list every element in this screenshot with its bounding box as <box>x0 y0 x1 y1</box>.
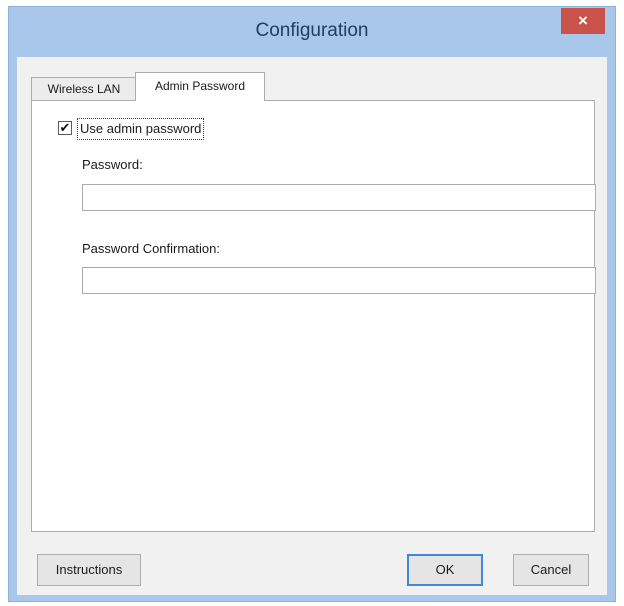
instructions-button[interactable]: Instructions <box>37 554 141 586</box>
ok-button[interactable]: OK <box>407 554 483 586</box>
use-admin-password-checkbox[interactable]: ✔ <box>58 121 72 135</box>
close-button[interactable]: × <box>561 8 605 34</box>
password-confirmation-label: Password Confirmation: <box>82 241 220 256</box>
password-label: Password: <box>82 157 143 172</box>
admin-password-panel: ✔ Use admin password Password: Password … <box>31 100 596 532</box>
configuration-dialog: Configuration × Wireless LAN Admin Passw… <box>8 6 616 602</box>
password-field[interactable] <box>82 184 596 211</box>
use-admin-password-label[interactable]: Use admin password <box>77 118 205 140</box>
tab-admin-password[interactable]: Admin Password <box>135 72 265 101</box>
window-title: Configuration <box>255 20 369 41</box>
tab-label: Admin Password <box>154 79 246 93</box>
title-bar[interactable]: Configuration × <box>9 7 615 57</box>
checkmark-icon: ✔ <box>59 120 71 135</box>
tab-wireless-lan[interactable]: Wireless LAN <box>31 77 137 100</box>
tab-label: Wireless LAN <box>47 82 121 96</box>
cancel-button[interactable]: Cancel <box>513 554 589 586</box>
dialog-body: Wireless LAN Admin Password ✔ Use admin … <box>17 57 607 595</box>
password-confirmation-field[interactable] <box>82 267 596 294</box>
close-icon: × <box>578 11 588 30</box>
